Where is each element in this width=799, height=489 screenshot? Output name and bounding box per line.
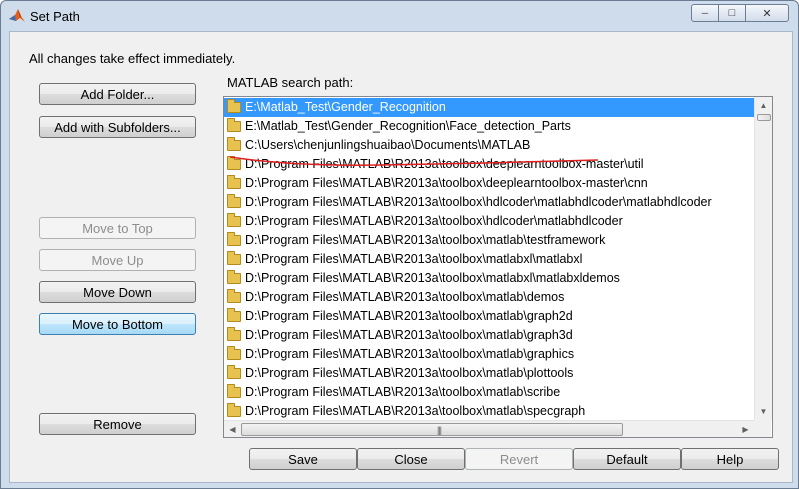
search-path-label: MATLAB search path:	[227, 75, 354, 90]
folder-icon	[227, 403, 241, 417]
path-text: D:\Program Files\MATLAB\R2013a\toolbox\m…	[245, 385, 561, 399]
path-list-item[interactable]: D:\Program Files\MATLAB\R2013a\toolbox\m…	[224, 383, 754, 402]
folder-icon	[227, 99, 241, 113]
info-text: All changes take effect immediately.	[29, 51, 236, 66]
path-list-item[interactable]: D:\Program Files\MATLAB\R2013a\toolbox\m…	[224, 402, 754, 421]
path-list-item[interactable]: D:\Program Files\MATLAB\R2013a\toolbox\d…	[224, 174, 754, 193]
search-path-list[interactable]: E:\Matlab_Test\Gender_Recognition E:\Matl…	[223, 96, 773, 438]
path-list-item[interactable]: D:\Program Files\MATLAB\R2013a\toolbox\m…	[224, 345, 754, 364]
help-button[interactable]: Help	[681, 448, 779, 470]
scroll-down-arrow-icon[interactable]: ▼	[755, 403, 772, 420]
folder-icon	[227, 384, 241, 398]
grip-icon: |||	[437, 425, 442, 435]
folder-icon	[227, 118, 241, 132]
path-text: D:\Program Files\MATLAB\R2013a\toolbox\m…	[245, 309, 573, 323]
move-up-button[interactable]: Move Up	[39, 249, 196, 271]
path-list-item[interactable]: D:\Program Files\MATLAB\R2013a\toolbox\h…	[224, 193, 754, 212]
path-text: C:\Users\chenjunlingshuaibao\Documents\M…	[245, 138, 531, 152]
close-icon: ✕	[762, 7, 772, 20]
scroll-up-arrow-icon[interactable]: ▲	[755, 97, 772, 114]
path-list-item[interactable]: D:\Program Files\MATLAB\R2013a\toolbox\m…	[224, 364, 754, 383]
path-list-item[interactable]: E:\Matlab_Test\Gender_Recognition	[224, 98, 754, 117]
folder-icon	[227, 194, 241, 208]
path-text: D:\Program Files\MATLAB\R2013a\toolbox\m…	[245, 290, 565, 304]
title-bar[interactable]: Set Path ─ □ ✕	[1, 1, 798, 31]
window-title: Set Path	[30, 9, 80, 24]
folder-icon	[227, 251, 241, 265]
scroll-corner	[754, 420, 771, 437]
set-path-window: Set Path ─ □ ✕ All changes take effect i…	[0, 0, 799, 489]
path-list-item[interactable]: D:\Program Files\MATLAB\R2013a\toolbox\h…	[224, 212, 754, 231]
add-folder-button[interactable]: Add Folder...	[39, 83, 196, 105]
move-down-button[interactable]: Move Down	[39, 281, 196, 303]
path-text: D:\Program Files\MATLAB\R2013a\toolbox\d…	[245, 176, 648, 190]
close-button[interactable]: Close	[357, 448, 465, 470]
maximize-icon: □	[728, 7, 736, 19]
minimize-button[interactable]: ─	[691, 4, 719, 22]
path-text: D:\Program Files\MATLAB\R2013a\toolbox\m…	[245, 366, 574, 380]
path-text: D:\Program Files\MATLAB\R2013a\toolbox\m…	[245, 328, 573, 342]
matlab-logo-icon	[9, 9, 25, 22]
move-to-top-button[interactable]: Move to Top	[39, 217, 196, 239]
folder-icon	[227, 365, 241, 379]
path-list-item[interactable]: D:\Program Files\MATLAB\R2013a\toolbox\m…	[224, 326, 754, 345]
vertical-scrollbar[interactable]: ▲ ▼	[754, 97, 772, 420]
save-button[interactable]: Save	[249, 448, 357, 470]
path-list-item[interactable]: D:\Program Files\MATLAB\R2013a\toolbox\m…	[224, 250, 754, 269]
add-with-subfolders-button[interactable]: Add with Subfolders...	[39, 116, 196, 138]
path-text: E:\Matlab_Test\Gender_Recognition\Face_d…	[245, 119, 571, 133]
remove-button[interactable]: Remove	[39, 413, 196, 435]
path-list-item[interactable]: D:\Program Files\MATLAB\R2013a\toolbox\m…	[224, 269, 754, 288]
path-list-item[interactable]: E:\Matlab_Test\Gender_Recognition\Face_d…	[224, 117, 754, 136]
folder-icon	[227, 308, 241, 322]
folder-icon	[227, 213, 241, 227]
path-list-item[interactable]: D:\Program Files\MATLAB\R2013a\toolbox\m…	[224, 307, 754, 326]
path-text: D:\Program Files\MATLAB\R2013a\toolbox\m…	[245, 271, 620, 285]
path-text: D:\Program Files\MATLAB\R2013a\toolbox\h…	[245, 214, 623, 228]
folder-icon	[227, 232, 241, 246]
horizontal-scroll-thumb[interactable]: |||	[241, 423, 623, 436]
path-list-item[interactable]: D:\Program Files\MATLAB\R2013a\toolbox\m…	[224, 231, 754, 250]
move-to-bottom-button[interactable]: Move to Bottom	[39, 313, 196, 335]
path-text: D:\Program Files\MATLAB\R2013a\toolbox\m…	[245, 252, 583, 266]
path-text: D:\Program Files\MATLAB\R2013a\toolbox\m…	[245, 347, 575, 361]
path-list-item[interactable]: D:\Program Files\MATLAB\R2013a\toolbox\d…	[224, 155, 754, 174]
path-rows: E:\Matlab_Test\Gender_Recognition E:\Matl…	[224, 98, 754, 421]
path-text: D:\Program Files\MATLAB\R2013a\toolbox\d…	[245, 157, 644, 171]
path-text: E:\Matlab_Test\Gender_Recognition	[245, 100, 446, 114]
horizontal-scrollbar[interactable]: ◀ ||| ▶	[224, 420, 754, 437]
minimize-icon: ─	[701, 8, 709, 18]
close-window-button[interactable]: ✕	[745, 4, 789, 22]
folder-icon	[227, 137, 241, 151]
scroll-right-arrow-icon[interactable]: ▶	[737, 421, 754, 437]
path-text: D:\Program Files\MATLAB\R2013a\toolbox\m…	[245, 233, 606, 247]
dialog-body: All changes take effect immediately. MAT…	[9, 31, 793, 483]
path-text: D:\Program Files\MATLAB\R2013a\toolbox\m…	[245, 404, 586, 418]
folder-icon	[227, 346, 241, 360]
default-button[interactable]: Default	[573, 448, 681, 470]
maximize-button[interactable]: □	[718, 4, 746, 22]
revert-button[interactable]: Revert	[465, 448, 573, 470]
path-text: D:\Program Files\MATLAB\R2013a\toolbox\h…	[245, 195, 712, 209]
folder-icon	[227, 289, 241, 303]
vertical-scroll-thumb[interactable]	[757, 114, 771, 121]
scroll-left-arrow-icon[interactable]: ◀	[224, 421, 241, 437]
path-list-item[interactable]: D:\Program Files\MATLAB\R2013a\toolbox\m…	[224, 288, 754, 307]
folder-icon	[227, 270, 241, 284]
folder-icon	[227, 175, 241, 189]
folder-icon	[227, 327, 241, 341]
folder-icon	[227, 156, 241, 170]
path-list-item[interactable]: C:\Users\chenjunlingshuaibao\Documents\M…	[224, 136, 754, 155]
